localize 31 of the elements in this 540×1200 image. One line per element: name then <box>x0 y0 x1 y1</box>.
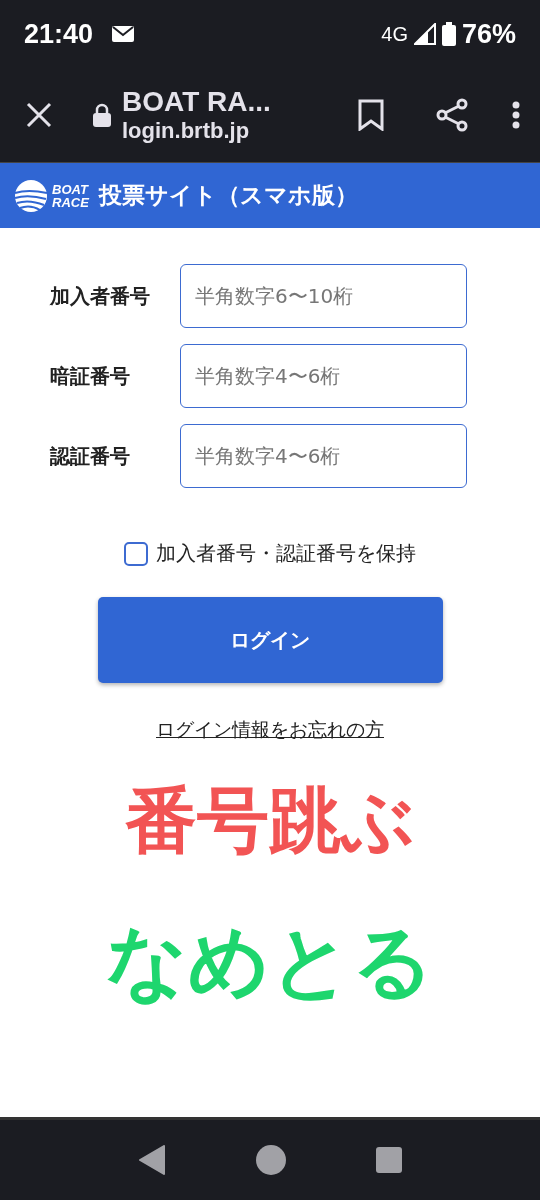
clock: 21:40 <box>24 18 94 50</box>
field-label: 加入者番号 <box>50 282 151 310</box>
checkbox-label: 加入者番号・認証番号を保持 <box>156 540 416 567</box>
site-title: 投票サイト（スマホ版） <box>98 181 358 210</box>
page-title: BOAT RA... <box>122 86 272 118</box>
logo-text: RACE <box>52 195 89 209</box>
overlay-text: 番号跳ぶ <box>125 777 415 864</box>
battery-level: 76% <box>461 18 516 50</box>
back-icon[interactable] <box>138 1145 166 1175</box>
logo-text: BOAT <box>52 182 89 196</box>
home-icon[interactable] <box>256 1145 286 1175</box>
logo-icon <box>14 178 48 213</box>
lock-icon <box>92 103 112 127</box>
mail-icon <box>111 25 136 43</box>
login-button[interactable]: ログイン <box>97 597 443 683</box>
bookmark-icon[interactable] <box>358 99 384 131</box>
input-field[interactable]: 半角数字4〜6桁 <box>180 344 467 408</box>
checkbox[interactable] <box>124 541 148 566</box>
field-label: 認証番号 <box>50 442 131 470</box>
input-field[interactable]: 半角数字6〜10桁 <box>180 264 467 328</box>
forgot-link[interactable]: ログイン情報をお忘れの方 <box>156 717 384 743</box>
battery-icon <box>441 22 456 46</box>
network-type: 4G <box>381 22 408 46</box>
share-icon[interactable] <box>436 98 468 132</box>
input-field[interactable]: 半角数字4〜6桁 <box>180 424 467 488</box>
overlay-text: なめとる <box>106 914 434 1010</box>
more-icon[interactable] <box>512 101 520 129</box>
field-label: 暗証番号 <box>50 362 131 390</box>
signal-icon <box>413 23 436 45</box>
page-url: login.brtb.jp <box>122 118 251 144</box>
close-icon[interactable] <box>26 102 52 128</box>
